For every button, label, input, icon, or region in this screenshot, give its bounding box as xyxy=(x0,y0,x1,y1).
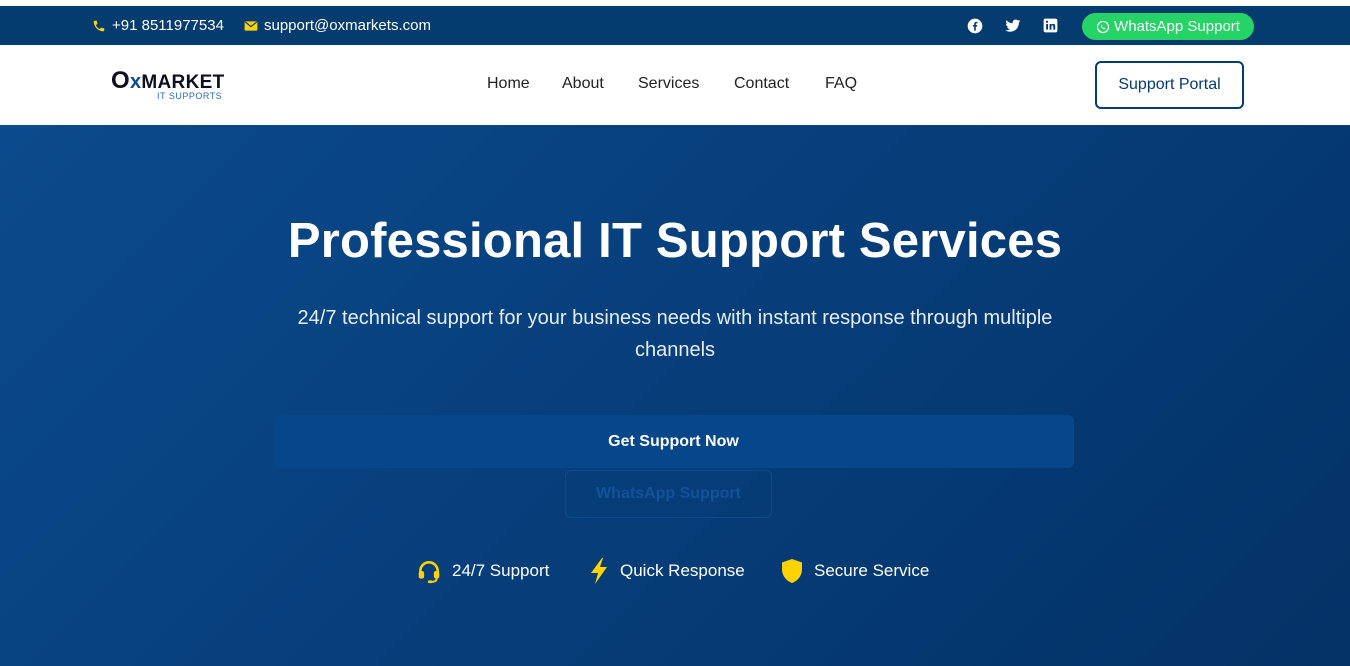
feature-secure: Secure Service xyxy=(780,556,929,586)
envelope-icon xyxy=(244,20,258,31)
hero-whatsapp-label: WhatsApp Support xyxy=(596,485,741,502)
feature-support-label: 24/7 Support xyxy=(452,561,550,580)
oxmarket-logo[interactable]: OxMARKET IT SUPPORTS xyxy=(111,67,231,103)
nav-item-home[interactable]: Home xyxy=(487,75,530,93)
shield-icon xyxy=(782,559,802,583)
get-support-button[interactable]: Get Support Now xyxy=(273,415,1074,468)
feature-support: 24/7 Support xyxy=(416,556,549,586)
phone-number: +91 8511977534 xyxy=(112,17,224,34)
hero-section: Professional IT Support Services 24/7 te… xyxy=(0,125,1350,666)
whatsapp-support-button[interactable]: WhatsApp Support xyxy=(1082,13,1254,40)
whatsapp-support-label: WhatsApp Support xyxy=(1114,18,1240,35)
hero-subtitle: 24/7 technical support for your business… xyxy=(297,307,1053,361)
feature-secure-label: Secure Service xyxy=(814,561,930,580)
support-portal-button[interactable]: Support Portal xyxy=(1095,61,1244,109)
hero-whatsapp-button[interactable]: WhatsApp Support xyxy=(565,470,772,518)
headset-icon xyxy=(418,561,440,584)
nav-item-about[interactable]: About xyxy=(562,75,604,93)
linkedin-icon xyxy=(1043,18,1058,33)
feature-response: Quick Response xyxy=(588,556,745,586)
nav-item-contact[interactable]: Contact xyxy=(734,75,789,93)
facebook-icon xyxy=(967,18,983,33)
nav-item-services[interactable]: Services xyxy=(638,75,699,93)
email-contact[interactable]: support@oxmarkets.com xyxy=(244,6,431,45)
feature-response-label: Quick Response xyxy=(620,561,745,580)
main-navbar: OxMARKET IT SUPPORTS Home About Services… xyxy=(0,45,1350,125)
twitter-icon xyxy=(1005,19,1021,32)
phone-contact[interactable]: +91 8511977534 xyxy=(92,6,224,45)
phone-icon xyxy=(93,20,105,31)
whatsapp-icon xyxy=(1096,20,1110,33)
logo-tagline: IT SUPPORTS xyxy=(157,91,223,101)
hero-title: Professional IT Support Services xyxy=(287,214,1063,268)
twitter-link[interactable] xyxy=(1005,6,1021,45)
email-address: support@oxmarkets.com xyxy=(264,17,431,34)
nav-item-faq[interactable]: FAQ xyxy=(825,75,857,93)
top-contact-bar: +91 8511977534 support@oxmarkets.com Wha… xyxy=(0,6,1350,45)
facebook-link[interactable] xyxy=(967,6,983,45)
linkedin-link[interactable] xyxy=(1043,6,1058,45)
bolt-icon xyxy=(591,558,607,584)
